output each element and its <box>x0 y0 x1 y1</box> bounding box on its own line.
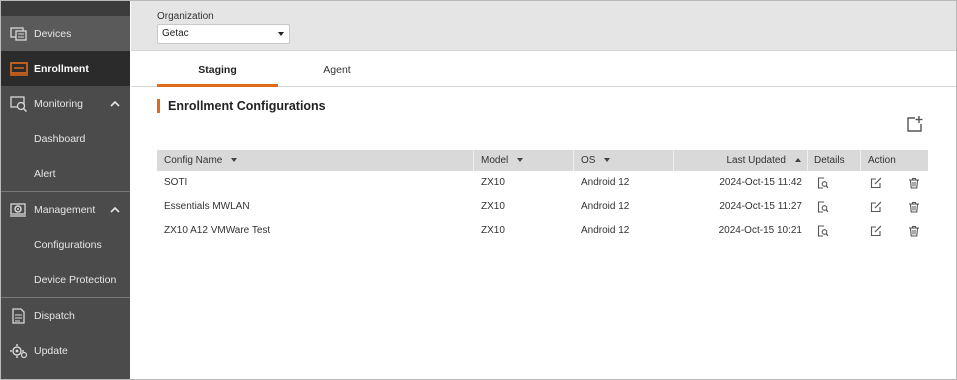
sidebar-item-label: Alert <box>34 167 56 180</box>
main-content: Organization Getac Staging Agent Enrollm… <box>131 1 956 379</box>
column-header-label: OS <box>581 155 596 166</box>
sidebar-item-label: Monitoring <box>34 97 84 110</box>
column-header-os[interactable]: OS <box>574 150 674 171</box>
column-header-label: Last Updated <box>726 155 787 166</box>
sidebar-item-dispatch[interactable]: Dispatch <box>1 298 130 333</box>
edit-icon[interactable] <box>870 201 882 213</box>
column-header-label: Details <box>814 155 845 166</box>
delete-icon[interactable] <box>908 201 920 213</box>
sidebar-item-label: Management <box>34 203 96 216</box>
caret-down-icon <box>278 32 284 36</box>
cell-last-updated: 2024-Oct-15 11:27 <box>719 201 802 212</box>
cell-config-name: Essentials MWLAN <box>164 201 250 212</box>
cell-config-name: ZX10 A12 VMWare Test <box>164 225 271 236</box>
sidebar-top <box>1 1 130 16</box>
edit-icon[interactable] <box>870 225 882 237</box>
sidebar-item-label: Devices <box>34 27 72 40</box>
sidebar-item-alert[interactable]: Alert <box>1 156 130 191</box>
delete-icon[interactable] <box>908 177 920 189</box>
organization-select-value: Getac <box>162 28 189 39</box>
sidebar-item-monitoring[interactable]: Monitoring <box>1 86 130 121</box>
sidebar-item-device-protection[interactable]: Device Protection <box>1 262 130 297</box>
column-header-model[interactable]: Model <box>474 150 574 171</box>
organization-select[interactable]: Getac <box>157 24 290 44</box>
cell-os: Android 12 <box>581 177 630 188</box>
add-configuration-icon[interactable] <box>906 115 924 133</box>
sidebar-item-label: Dashboard <box>34 132 86 145</box>
column-header-config-name[interactable]: Config Name <box>157 150 474 171</box>
table-row[interactable]: SOTI ZX10 Android 12 2024-Oct-15 11:42 <box>157 171 928 195</box>
view-details-icon[interactable] <box>817 177 829 189</box>
column-header-last-updated[interactable]: Last Updated <box>674 150 808 171</box>
column-header-label: Model <box>481 155 509 166</box>
enrollment-table: Config Name Model OS Last Updated Detail… <box>157 150 928 243</box>
chevron-up-icon[interactable] <box>110 100 120 108</box>
sidebar-item-label: Dispatch <box>34 309 75 322</box>
section-title: Enrollment Configurations <box>157 99 326 113</box>
column-header-action: Action <box>861 150 928 171</box>
sidebar-item-label: Device Protection <box>34 273 117 286</box>
cell-last-updated: 2024-Oct-15 10:21 <box>718 225 802 236</box>
enrollment-icon <box>10 61 28 77</box>
sidebar-item-management[interactable]: Management <box>1 192 130 227</box>
tab-staging[interactable]: Staging <box>157 52 278 87</box>
update-icon <box>10 343 28 359</box>
cell-model: ZX10 <box>481 201 505 212</box>
cell-model: ZX10 <box>481 177 505 188</box>
cell-last-updated: 2024-Oct-15 11:42 <box>719 177 802 188</box>
sidebar: Devices Enrollment Monitoring Dashboard … <box>1 1 130 379</box>
sort-down-icon <box>604 158 611 163</box>
sidebar-item-configurations[interactable]: Configurations <box>1 227 130 262</box>
dispatch-icon <box>10 307 28 324</box>
cell-os: Android 12 <box>581 201 630 212</box>
cell-model: ZX10 <box>481 225 505 236</box>
chevron-up-icon[interactable] <box>110 206 120 214</box>
sort-up-icon <box>795 158 801 163</box>
cell-config-name: SOTI <box>164 177 188 188</box>
tab-bar: Staging Agent <box>131 52 956 87</box>
monitoring-icon <box>10 95 28 112</box>
devices-icon <box>10 26 28 42</box>
tab-agent[interactable]: Agent <box>278 52 396 87</box>
column-header-details: Details <box>808 150 861 171</box>
sidebar-item-dashboard[interactable]: Dashboard <box>1 121 130 156</box>
sidebar-item-label: Enrollment <box>34 62 89 75</box>
cell-os: Android 12 <box>581 225 630 236</box>
table-row[interactable]: ZX10 A12 VMWare Test ZX10 Android 12 202… <box>157 219 928 243</box>
delete-icon[interactable] <box>908 225 920 237</box>
sort-down-icon <box>517 158 524 163</box>
column-header-label: Config Name <box>164 155 223 166</box>
edit-icon[interactable] <box>870 177 882 189</box>
sidebar-item-devices[interactable]: Devices <box>1 16 130 51</box>
view-details-icon[interactable] <box>817 201 829 213</box>
sidebar-item-enrollment[interactable]: Enrollment <box>1 51 130 86</box>
column-header-label: Action <box>868 155 896 166</box>
view-details-icon[interactable] <box>817 225 829 237</box>
sort-down-icon <box>231 158 238 163</box>
table-header: Config Name Model OS Last Updated Detail… <box>157 150 928 171</box>
organization-label: Organization <box>157 11 214 22</box>
sidebar-item-update[interactable]: Update <box>1 333 130 368</box>
sidebar-item-label: Update <box>34 344 68 357</box>
organization-bar: Organization Getac <box>131 1 956 51</box>
sidebar-item-label: Configurations <box>34 238 102 251</box>
management-icon <box>10 202 28 218</box>
table-row[interactable]: Essentials MWLAN ZX10 Android 12 2024-Oc… <box>157 195 928 219</box>
